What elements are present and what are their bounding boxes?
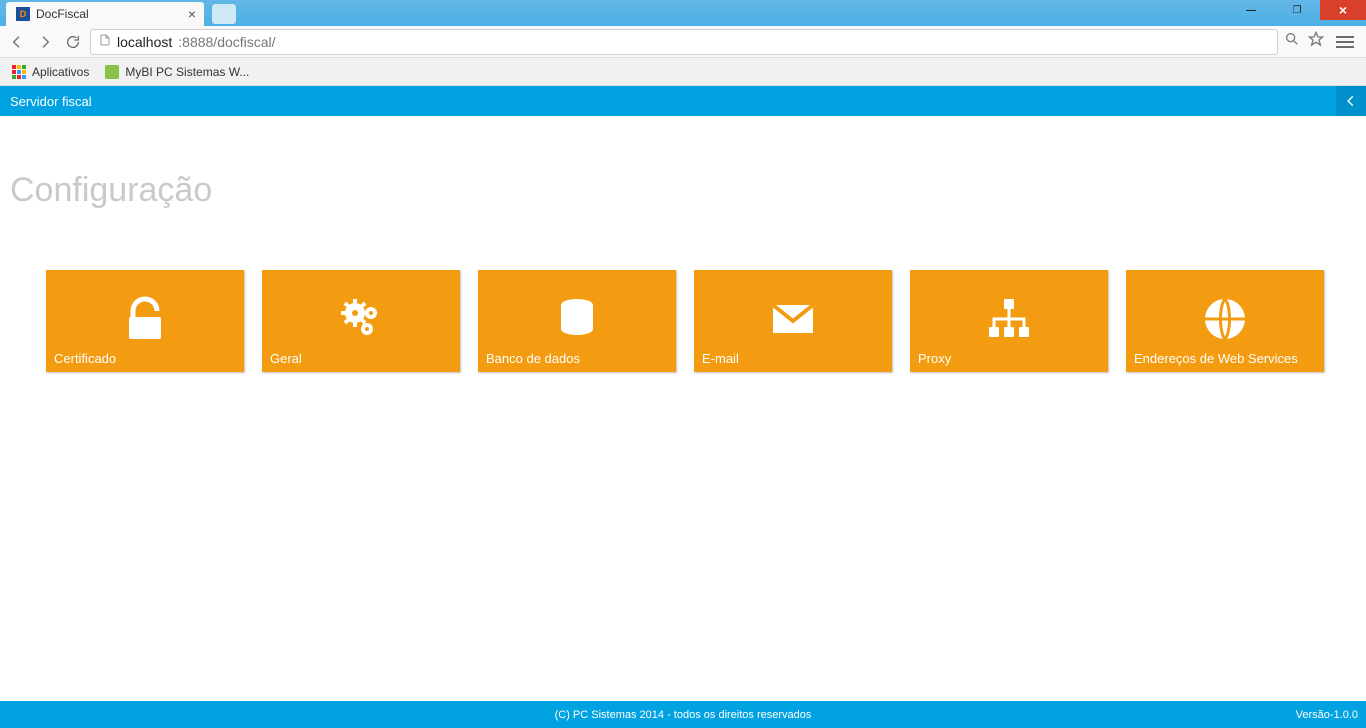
back-button[interactable] [6,31,28,53]
bookmark-label: MyBI PC Sistemas W... [125,65,249,79]
tile-label: Geral [270,351,302,366]
database-icon [553,295,601,348]
tile-geral[interactable]: Geral [262,270,460,372]
browser-tab[interactable]: D DocFiscal × [6,2,204,26]
star-icon[interactable] [1308,31,1324,52]
apps-label: Aplicativos [32,65,89,79]
tile-proxy[interactable]: Proxy [910,270,1108,372]
tab-strip: D DocFiscal × ❐ × [0,0,1366,26]
tile-label: Certificado [54,351,116,366]
collapse-button[interactable] [1336,86,1366,116]
window-controls: ❐ × [1228,0,1366,20]
tile-banco-de-dados[interactable]: Banco de dados [478,270,676,372]
url-path: :8888/docfiscal/ [178,34,275,50]
tile-email[interactable]: E-mail [694,270,892,372]
menu-icon[interactable] [1336,33,1354,51]
tile-label: Endereços de Web Services [1134,351,1298,366]
apps-shortcut[interactable]: Aplicativos [12,65,89,79]
tile-grid: Certificado Geral Banco de dados [10,270,1356,372]
forward-button[interactable] [34,31,56,53]
apps-icon [12,65,26,79]
bookmark-favicon-icon [105,65,119,79]
app-footer: (C) PC Sistemas 2014 - todos os direitos… [0,701,1366,728]
footer-copyright: (C) PC Sistemas 2014 - todos os direitos… [555,709,812,721]
window-close-button[interactable]: × [1320,0,1366,20]
reload-button[interactable] [62,31,84,53]
envelope-icon [769,295,817,348]
maximize-button[interactable]: ❐ [1274,0,1320,20]
unlock-icon [121,295,169,348]
gears-icon [337,295,385,348]
tile-certificado[interactable]: Certificado [46,270,244,372]
bookmarks-bar: Aplicativos MyBI PC Sistemas W... [0,58,1366,86]
browser-chrome: D DocFiscal × ❐ × localhost :8888/docfisc… [0,0,1366,86]
tab-title: DocFiscal [36,7,89,21]
page-title: Configuração [10,171,1356,210]
minimize-button[interactable] [1228,0,1274,20]
tile-label: Banco de dados [486,351,580,366]
app-header-title: Servidor fiscal [10,94,92,109]
tile-webservices[interactable]: Endereços de Web Services [1126,270,1324,372]
tile-label: Proxy [918,351,951,366]
close-tab-icon[interactable]: × [188,6,196,22]
url-host: localhost [117,34,172,50]
omnibox-right-icons [1284,31,1360,52]
address-bar[interactable]: localhost :8888/docfiscal/ [90,29,1278,55]
sitemap-icon [985,295,1033,348]
tile-label: E-mail [702,351,739,366]
page-body: Configuração Certificado Geral [0,116,1366,701]
app-header: Servidor fiscal [0,86,1366,116]
footer-version: Versão-1.0.0 [1296,709,1358,721]
new-tab-button[interactable] [212,4,236,24]
bookmark-item[interactable]: MyBI PC Sistemas W... [105,65,249,79]
tab-favicon-icon: D [16,7,30,21]
address-bar-row: localhost :8888/docfiscal/ [0,26,1366,58]
page-icon [99,33,111,50]
globe-icon [1201,295,1249,348]
search-icon[interactable] [1284,31,1300,52]
